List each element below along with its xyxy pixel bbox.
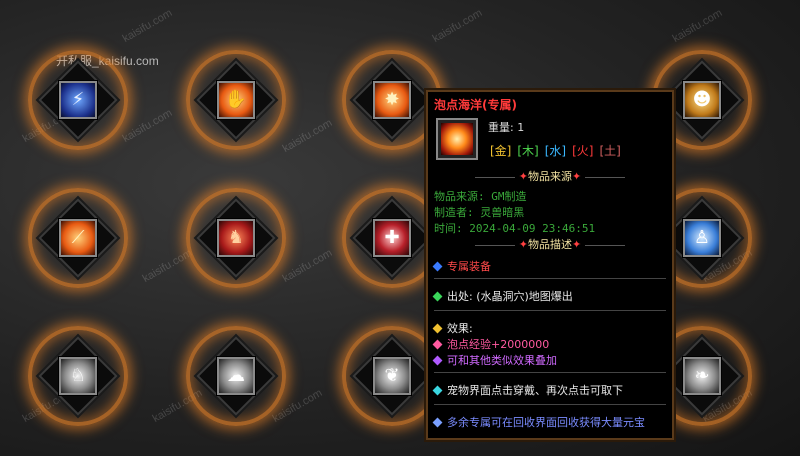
divider	[434, 372, 666, 373]
ice-figure-icon: ♙	[683, 219, 721, 257]
gem-icon	[432, 291, 443, 301]
item-slot[interactable]: ✋	[184, 48, 286, 150]
item-slot[interactable]: ❦	[340, 324, 442, 426]
effect-2-row: 可和其他类似效果叠加	[432, 352, 557, 368]
section-source-header: ✦物品来源✦	[428, 168, 672, 184]
section-desc-header: ✦物品描述✦	[428, 236, 672, 252]
origin-text: 出处: (水晶洞穴)地图爆出	[447, 290, 573, 303]
exclusive-text: 专属装备	[447, 260, 491, 273]
element-list: [金] [木] [水] [火] [土]	[490, 142, 621, 159]
gem-icon	[432, 417, 443, 427]
silver-bird-icon: ❧	[683, 357, 721, 395]
item-weight: 重量: 1	[488, 121, 525, 134]
gold-face-icon: ☻	[683, 81, 721, 119]
item-slot[interactable]: ⚡	[26, 48, 128, 150]
effect-2-text: 可和其他类似效果叠加	[447, 354, 557, 367]
time-text: 时间: 2024-04-09 23:46:51	[434, 222, 596, 235]
element-fire: [火]	[572, 144, 594, 158]
item-slot[interactable]: ✸	[340, 48, 442, 150]
fire-hand-icon: ✋	[217, 81, 255, 119]
item-icon	[436, 118, 478, 160]
maker-text: 制造者: 灵兽暗黑	[434, 206, 525, 219]
item-tooltip: 泡点海洋(专属) 重量: 1 [金] [木] [水] [火] [土] ✦物品来源…	[426, 90, 674, 440]
section-source-label: 物品来源	[528, 170, 572, 183]
watermark: kaisifu.com	[430, 7, 485, 45]
watermark: kaisifu.com	[280, 117, 335, 155]
watermark: kaisifu.com	[670, 7, 725, 45]
usage-text: 宠物界面点击穿戴、再次点击可取下	[447, 384, 623, 397]
element-earth: [土]	[599, 144, 621, 158]
effect-label: 效果:	[447, 322, 473, 335]
exclusive-row: 专属装备	[432, 258, 491, 274]
gem-icon	[432, 323, 443, 333]
watermark: kaisifu.com	[120, 7, 175, 45]
red-beast-icon: ♞	[217, 219, 255, 257]
recycle-row: 多余专属可在回收界面回收获得大量元宝	[432, 414, 645, 430]
gem-icon	[432, 339, 443, 349]
section-desc-label: 物品描述	[528, 238, 572, 251]
gem-icon	[432, 385, 443, 395]
element-gold: [金]	[490, 144, 512, 158]
divider	[434, 310, 666, 311]
source-text: 物品来源: GM制造	[434, 190, 527, 203]
watermark: kaisifu.com	[280, 247, 335, 285]
origin-row: 出处: (水晶洞穴)地图爆出	[432, 288, 573, 304]
item-slot[interactable]: ♞	[184, 186, 286, 288]
gem-icon	[432, 355, 443, 365]
divider	[434, 404, 666, 405]
effect-label-row: 效果:	[432, 320, 473, 336]
silver-beast-icon: ☁	[217, 357, 255, 395]
item-title: 泡点海洋(专属)	[434, 98, 517, 112]
red-shield-cross-icon: ✚	[373, 219, 411, 257]
silver-dragon-icon: ❦	[373, 357, 411, 395]
silver-animal-icon: ♘	[59, 357, 97, 395]
watermark: kaisifu.com	[120, 107, 175, 145]
usage-row: 宠物界面点击穿戴、再次点击可取下	[432, 382, 623, 398]
element-wood: [木]	[517, 144, 539, 158]
item-slot[interactable]: ⟋	[26, 186, 128, 288]
effect-1-text: 泡点经验+2000000	[447, 338, 550, 351]
fire-burst-icon: ✸	[373, 81, 411, 119]
effect-1-row: 泡点经验+2000000	[432, 336, 550, 352]
blue-lightning-icon: ⚡	[59, 81, 97, 119]
item-slot[interactable]: ✚	[340, 186, 442, 288]
recycle-text: 多余专属可在回收界面回收获得大量元宝	[447, 416, 645, 429]
fire-claw-icon: ⟋	[59, 219, 97, 257]
element-water: [水]	[544, 144, 567, 158]
divider	[434, 278, 666, 279]
gem-icon	[432, 261, 443, 271]
item-slot[interactable]: ♘	[26, 324, 128, 426]
item-slot[interactable]: ☁	[184, 324, 286, 426]
